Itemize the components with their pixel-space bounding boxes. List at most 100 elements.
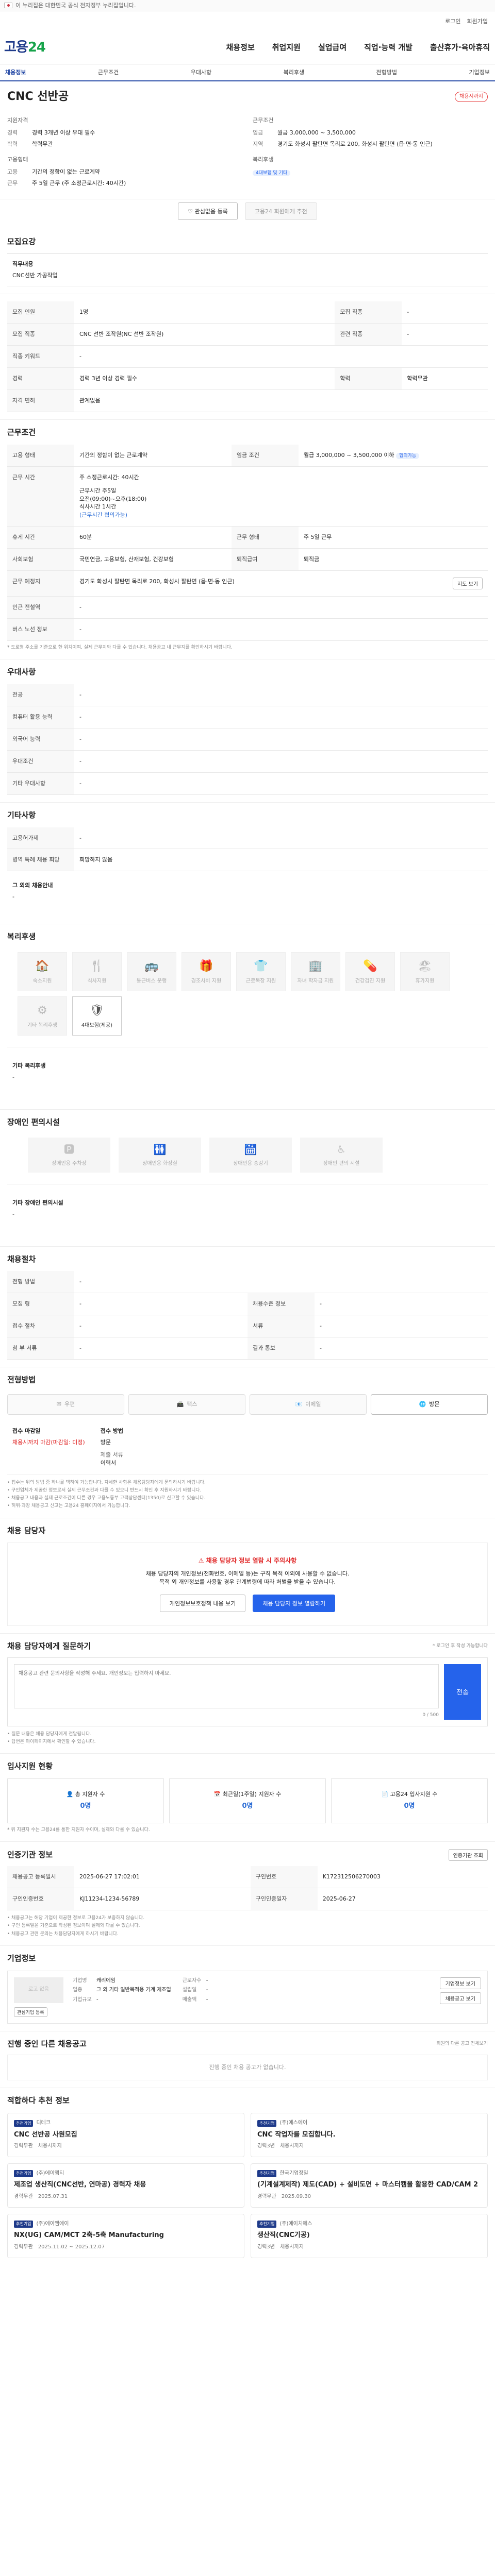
conditions-note: * 도로명 주소를 기준으로 한 위치이며, 실제 근무지와 다를 수 있습니다… [7,645,233,651]
cell-value: 학력무관 [402,367,488,390]
recommend-card[interactable]: 추천기업 한국기업정밀 (기계설계제작) 제도(CAD) + 설비도면 + 마스터캠… [251,2163,488,2208]
cell-value: - [74,1293,248,1316]
global-nav: 채용정보 취업지원 실업급여 직업·능력 개발 출산휴가·육아휴직 [226,42,490,54]
table-row: 모집 인원 1명 모집 직종 - [7,301,488,324]
site-logo[interactable]: 고용24 [4,38,46,58]
cell-value: - [315,1337,488,1360]
method-label: 우편 [64,1400,75,1408]
bookmark-company-button[interactable]: 관심기업 등록 [14,2007,47,2017]
cell-value: 관계없음 [74,389,488,412]
cell-value: - [74,772,488,795]
map-button[interactable]: 지도 보기 [453,578,483,590]
recommend-card[interactable]: 추천기업 (주)에스에이 CNC 작업자를 모집합니다. 경력3년 채용시까지 [251,2113,488,2157]
rec-company: (주)에스에이 [279,2120,308,2126]
cell-header: 모집 인원 [7,301,74,324]
table-row: 직종 키워드 - [7,345,488,368]
rec-meta: 경력무관 2025.11.02 ~ 2025.12.07 [14,2244,238,2251]
recommend-button[interactable]: 고용24 회원에게 추천 [244,202,317,220]
tab-recruit[interactable]: 채용정보 [5,69,26,77]
rec-company: (주)에이엠티 [36,2170,64,2176]
method-icon: 📧 [295,1400,303,1408]
cell-value: - [74,1271,488,1294]
extra-row: 병역 특례 채용 희망 희망하지 않음 [7,849,488,872]
method-tab[interactable]: 📧 이메일 [250,1394,367,1415]
rec-tag: 추천기업 [14,2120,34,2127]
login-link[interactable]: 로그인 [445,18,460,26]
method-tab[interactable]: ✉ 우편 [7,1394,124,1415]
cell-value: CNC 선반 조작원(NC 선반 조작원) [74,323,335,346]
disabled-section: 장애인 편의시설 🅿 장애인용 주차장 🚻 장애인용 화장실 🛗 장애인용 승강기 ♿ 장애인… [0,1110,495,1247]
cell-value: - [74,345,488,368]
cell-header: 서류 [248,1315,315,1338]
recommend-card[interactable]: 추천기업 (주)에이치에스 생산직(CNC기공) 경력3년 채용시까지 [251,2213,488,2258]
summary-right: 근무조건 임금 월급 3,000,000 ~ 3,500,000 지역 경기도 화성… [253,116,488,191]
method-tab[interactable]: 📠 팩스 [128,1394,245,1415]
company-box: 로고 없음 관심기업 등록 기업명 캐리에임 업종 그 외 기타 일반목적용 기계 … [7,1970,488,2024]
welfare-card: 👕 근로복장 지원 [236,952,286,992]
welfare-icon: 🚌 [144,959,159,973]
empty-list: 진행 중인 채용 공고가 없습니다. [7,2055,488,2081]
not-interested-button[interactable]: ♡ 관심없음 등록 [178,202,238,220]
cell-header: 컴퓨터 활용 능력 [7,706,74,728]
cell-value: - [74,706,488,728]
method-notices: • 접수는 위의 방법 중 하나를 택하여 가능합니다. 자세한 사항은 채용담… [7,1480,206,1509]
cell-header: 채용수준 정보 [248,1293,315,1316]
rec-meta-item: 2025.09.30 [281,2194,311,2200]
method-icon: 🌐 [419,1400,426,1408]
cell-header: 모집 직종 [335,301,402,324]
welfare-card: 🛡 4대보험(제공) [72,996,122,1036]
facility-card: 🅿 장애인용 주차장 [28,1137,110,1173]
tab-preference[interactable]: 우대사항 [191,69,211,77]
qa-send-button[interactable]: 전송 [444,1664,481,1720]
view-contact-button[interactable]: 채용 담당자 정보 열람하기 [253,1594,336,1612]
privacy-policy-button[interactable]: 개인정보보호정책 내용 보기 [159,1594,246,1612]
gnb-item-jobs[interactable]: 채용정보 [226,42,255,54]
rec-top: 추천기업 (주)에이엠티 [14,2170,238,2178]
welfare-card: 🚌 통근버스 운행 [127,952,176,992]
summary-left: 지원자격 경력 경력 3개년 이상 우대 필수 학력 학력무관 고용형태 고용 기간의… [7,116,242,191]
rec-company: 한국기업정밀 [279,2170,308,2176]
tab-welfare[interactable]: 복리후생 [284,69,304,77]
calendar-icon: 📅 [213,1790,223,1798]
welfare-label: 숙소지원 [32,978,52,984]
recommend-card[interactable]: 추천기업 (주)에이엠티 제조업 생산직(CNC선반, 연마공) 경력자 채용 경력무… [7,2163,244,2208]
flag-icon [4,3,12,8]
method-icon: ✉ [56,1400,61,1408]
gnb-item-training[interactable]: 직업·능력 개발 [364,42,412,54]
facility-label: 장애인 편의 시설 [323,1160,360,1166]
user-icon: 👤 [66,1790,75,1798]
stat-recent: 📅 최근일(1주일) 지원자 수 0명 [169,1778,326,1823]
table-row: 접수 절차 - 서류 - [7,1315,488,1338]
gnb-item-benefit[interactable]: 실업급여 [318,42,346,54]
method-tab[interactable]: 🌐 방문 [371,1394,488,1415]
conditions-section: 근무조건 고용 형태 기간의 정함이 없는 근로계약 임금 조건 월급 3,000… [0,420,495,660]
method-icon: 📠 [176,1400,184,1408]
facility-icon: 🛗 [244,1143,257,1156]
signup-link[interactable]: 회원가입 [467,18,488,26]
recommend-card[interactable]: 추천기업 (주)에이엠에이 NX(UG) CAM/MCT 2축-5축 Manufac… [7,2213,244,2258]
welfare-card: 🍴 식사지원 [72,952,122,992]
tab-conditions[interactable]: 근무조건 [98,69,119,77]
welfare-icon: 💊 [363,959,377,973]
gnb-item-support[interactable]: 취업지원 [272,42,301,54]
recommend-card[interactable]: 추천기업 디테크 CNC 선반공 사원모집 경력무관 채용시까지 [7,2113,244,2157]
rec-top: 추천기업 디테크 [14,2120,238,2127]
company-section: 기업정보 로고 없음 관심기업 등록 기업명 캐리에임 업종 그 외 기타 일반목적… [0,1946,495,2031]
company-info-button[interactable]: 기업정보 보기 [439,1977,481,1989]
facility-label: 장애인용 화장실 [142,1160,177,1166]
preference-table: 전공 - 컴퓨터 활용 능력 - 외국어 능력 - 우대조건 - 기타 우대사항 - [7,684,488,795]
cell-value: - [74,750,488,773]
gnb-item-leave[interactable]: 출산휴가·육아휴직 [430,42,490,54]
all-jobs-link[interactable]: 회원의 다른 공고 전체보기 [436,2040,488,2048]
heart-icon: ♡ [188,208,195,215]
registry-lookup-button[interactable]: 인증기관 조회 [448,1849,488,1861]
cell-header: 관련 직종 [335,323,402,346]
tab-company[interactable]: 기업정보 [469,69,489,77]
rec-meta: 경력3년 채용시까지 [257,2244,481,2251]
company-info: 기업명 캐리에임 업종 그 외 기타 일반목적용 기계 제조업 기업규모 - 근로자수… [73,1977,208,2003]
company-jobs-button[interactable]: 채용공고 보기 [439,1992,481,2004]
tab-method[interactable]: 전형방법 [376,69,397,77]
qa-textarea[interactable] [14,1664,439,1708]
welfare-card: 💊 건강검진 지원 [345,952,395,992]
cell-header: 직종 키워드 [7,345,74,368]
